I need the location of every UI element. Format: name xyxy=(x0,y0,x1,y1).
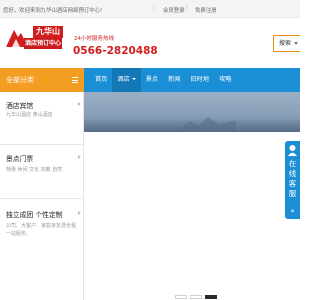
slider-pagination xyxy=(175,295,220,299)
menu-item-custom-tour[interactable]: 独立成团 个性定制 xyxy=(6,209,63,219)
top-bar: 您好，欢迎来到九华山酒店网络预订中心! | 会员登录 | 免费注册 xyxy=(0,0,300,18)
banner-mist xyxy=(84,118,300,132)
menu-item-tickets-desc[interactable]: 特惠 休闲 文化 宗教 自然 xyxy=(6,167,76,175)
menu-item-hotels[interactable]: 酒店宾馆 xyxy=(6,100,33,110)
service-hotline-label: 24小时服务热线 xyxy=(74,36,114,42)
divider: | xyxy=(153,5,155,11)
menu-divider xyxy=(0,144,84,145)
online-service-char: 线 xyxy=(288,169,297,178)
nav-news[interactable]: 新闻 xyxy=(163,68,185,92)
nav-scenic[interactable]: 景点 xyxy=(141,68,163,92)
logo-title[interactable]: 九华山 xyxy=(33,26,63,38)
logo-subtitle[interactable]: 酒店预订中心 xyxy=(24,38,62,49)
category-menu: 酒店宾馆 九华山酒店 黄山酒店 景点门票 特惠 休闲 文化 宗教 自然 独立成团… xyxy=(0,92,84,300)
slider-dot-active[interactable] xyxy=(205,295,217,299)
slider-dot[interactable] xyxy=(175,295,187,299)
menu-item-custom-tour-desc[interactable]: 公司、大客户、家庭亲友游全程一站服务。 xyxy=(6,223,76,238)
nav-home-label: 首页 xyxy=(95,76,108,83)
hero-banner xyxy=(84,92,300,132)
welcome-text: 您好，欢迎来到九华山酒店网络预订中心! xyxy=(3,8,103,14)
online-service-char: 客 xyxy=(288,179,297,188)
chevron-right-icon xyxy=(78,211,81,215)
menu-item-tickets[interactable]: 景点门票 xyxy=(6,153,33,163)
category-header[interactable]: 全部分类 xyxy=(0,68,84,92)
online-service-char: 服 xyxy=(288,189,297,198)
category-header-label: 全部分类 xyxy=(6,76,34,84)
content-area xyxy=(84,132,300,300)
nav-old-places[interactable]: 旧时地 xyxy=(186,68,215,92)
chevron-down-icon xyxy=(294,42,298,45)
chevron-down-icon xyxy=(131,78,136,80)
nav-news-label: 新闻 xyxy=(168,76,181,83)
member-login-link[interactable]: 会员登录 xyxy=(163,6,185,14)
online-service-tab[interactable]: 在 线 客 服 « xyxy=(285,141,300,219)
nav-scenic-label: 景点 xyxy=(145,76,159,83)
nav-hotel-label: 酒店 xyxy=(117,76,130,83)
nav-hotel[interactable]: 酒店 xyxy=(112,68,141,92)
page: 您好，欢迎来到九华山酒店网络预订中心! | 会员登录 | 免费注册 九华山 酒店… xyxy=(0,0,300,300)
chevron-right-icon xyxy=(78,102,81,106)
nav-home[interactable]: 首页 xyxy=(90,68,112,92)
divider: | xyxy=(186,5,188,11)
person-icon xyxy=(288,145,297,156)
hamburger-icon xyxy=(72,77,78,83)
phone-number: 0566-2820488 xyxy=(73,45,158,57)
online-service-label: 在 线 客 服 xyxy=(285,159,300,199)
nav-old-places-label: 旧时地 xyxy=(190,76,210,83)
menu-item-hotels-desc[interactable]: 九华山酒店 黄山酒店 xyxy=(6,112,76,120)
online-service-char: 在 xyxy=(288,159,297,168)
menu-divider xyxy=(0,198,84,199)
expand-arrow-icon: « xyxy=(290,207,295,215)
free-register-link[interactable]: 免费注册 xyxy=(195,6,217,14)
nav-guide-label: 攻略 xyxy=(219,76,232,83)
nav-items: 首页 酒店 景点 新闻 旧时地 攻略 xyxy=(90,68,236,92)
nav-guide[interactable]: 攻略 xyxy=(214,68,236,92)
slider-dot[interactable] xyxy=(190,295,202,299)
chevron-right-icon xyxy=(78,155,81,159)
